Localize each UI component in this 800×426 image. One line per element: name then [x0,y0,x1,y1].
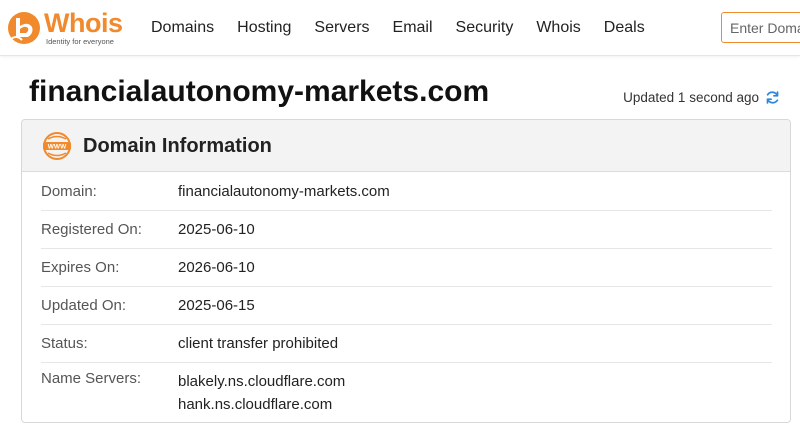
svg-text:WWW: WWW [48,143,67,150]
nav-item-security[interactable]: Security [456,18,514,38]
refresh-icon[interactable] [764,89,781,106]
info-row-status: Status: client transfer prohibited [41,325,772,363]
nav-item-email[interactable]: Email [393,18,433,38]
nav-item-whois[interactable]: Whois [536,18,580,38]
page-title: financialautonomy-markets.com [29,75,490,108]
main-nav: Domains Hosting Servers Email Security W… [151,0,668,56]
info-value: financialautonomy-markets.com [178,183,390,200]
updated-text: Updated 1 second ago [623,90,759,105]
domain-search-input[interactable] [721,12,800,43]
info-row-registered-on: Registered On: 2025-06-10 [41,211,772,249]
nav-item-hosting[interactable]: Hosting [237,18,291,38]
info-row-name-servers: Name Servers: blakely.ns.cloudflare.com … [41,363,772,422]
nav-item-domains[interactable]: Domains [151,18,214,38]
info-value: 2026-06-10 [178,259,255,276]
info-label: Expires On: [41,259,120,276]
brand-tagline: Identity for everyone [46,37,114,46]
nav-item-deals[interactable]: Deals [604,18,645,38]
nav-item-servers[interactable]: Servers [314,18,369,38]
domain-info-table: Domain: financialautonomy-markets.com Re… [41,173,772,422]
name-server-item: blakely.ns.cloudflare.com [178,373,346,390]
whois-logo[interactable]: Whois Identity for everyone [6,8,128,48]
whois-logo-icon [8,12,40,44]
info-label: Name Servers: [41,370,142,387]
info-row-expires-on: Expires On: 2026-06-10 [41,249,772,287]
name-servers-list: blakely.ns.cloudflare.com hank.ns.cloudf… [178,370,345,416]
card-header: WWW Domain Information [22,120,790,172]
info-row-updated-on: Updated On: 2025-06-15 [41,287,772,325]
card-title: Domain Information [83,134,272,157]
updated-status: Updated 1 second ago [623,89,781,106]
info-label: Domain: [41,183,97,200]
info-label: Status: [41,335,88,352]
name-server-item: hank.ns.cloudflare.com [178,396,333,413]
info-label: Updated On: [41,297,127,314]
info-value: 2025-06-15 [178,297,255,314]
info-row-domain: Domain: financialautonomy-markets.com [41,173,772,211]
info-value: 2025-06-10 [178,221,255,238]
brand-name: Whois [44,8,123,38]
top-navigation-bar: Whois Identity for everyone Domains Host… [0,0,800,56]
info-value: client transfer prohibited [178,335,339,352]
www-icon: WWW [43,131,71,160]
info-label: Registered On: [41,221,142,238]
domain-information-card: WWW Domain Information Domain: financial… [21,119,791,423]
